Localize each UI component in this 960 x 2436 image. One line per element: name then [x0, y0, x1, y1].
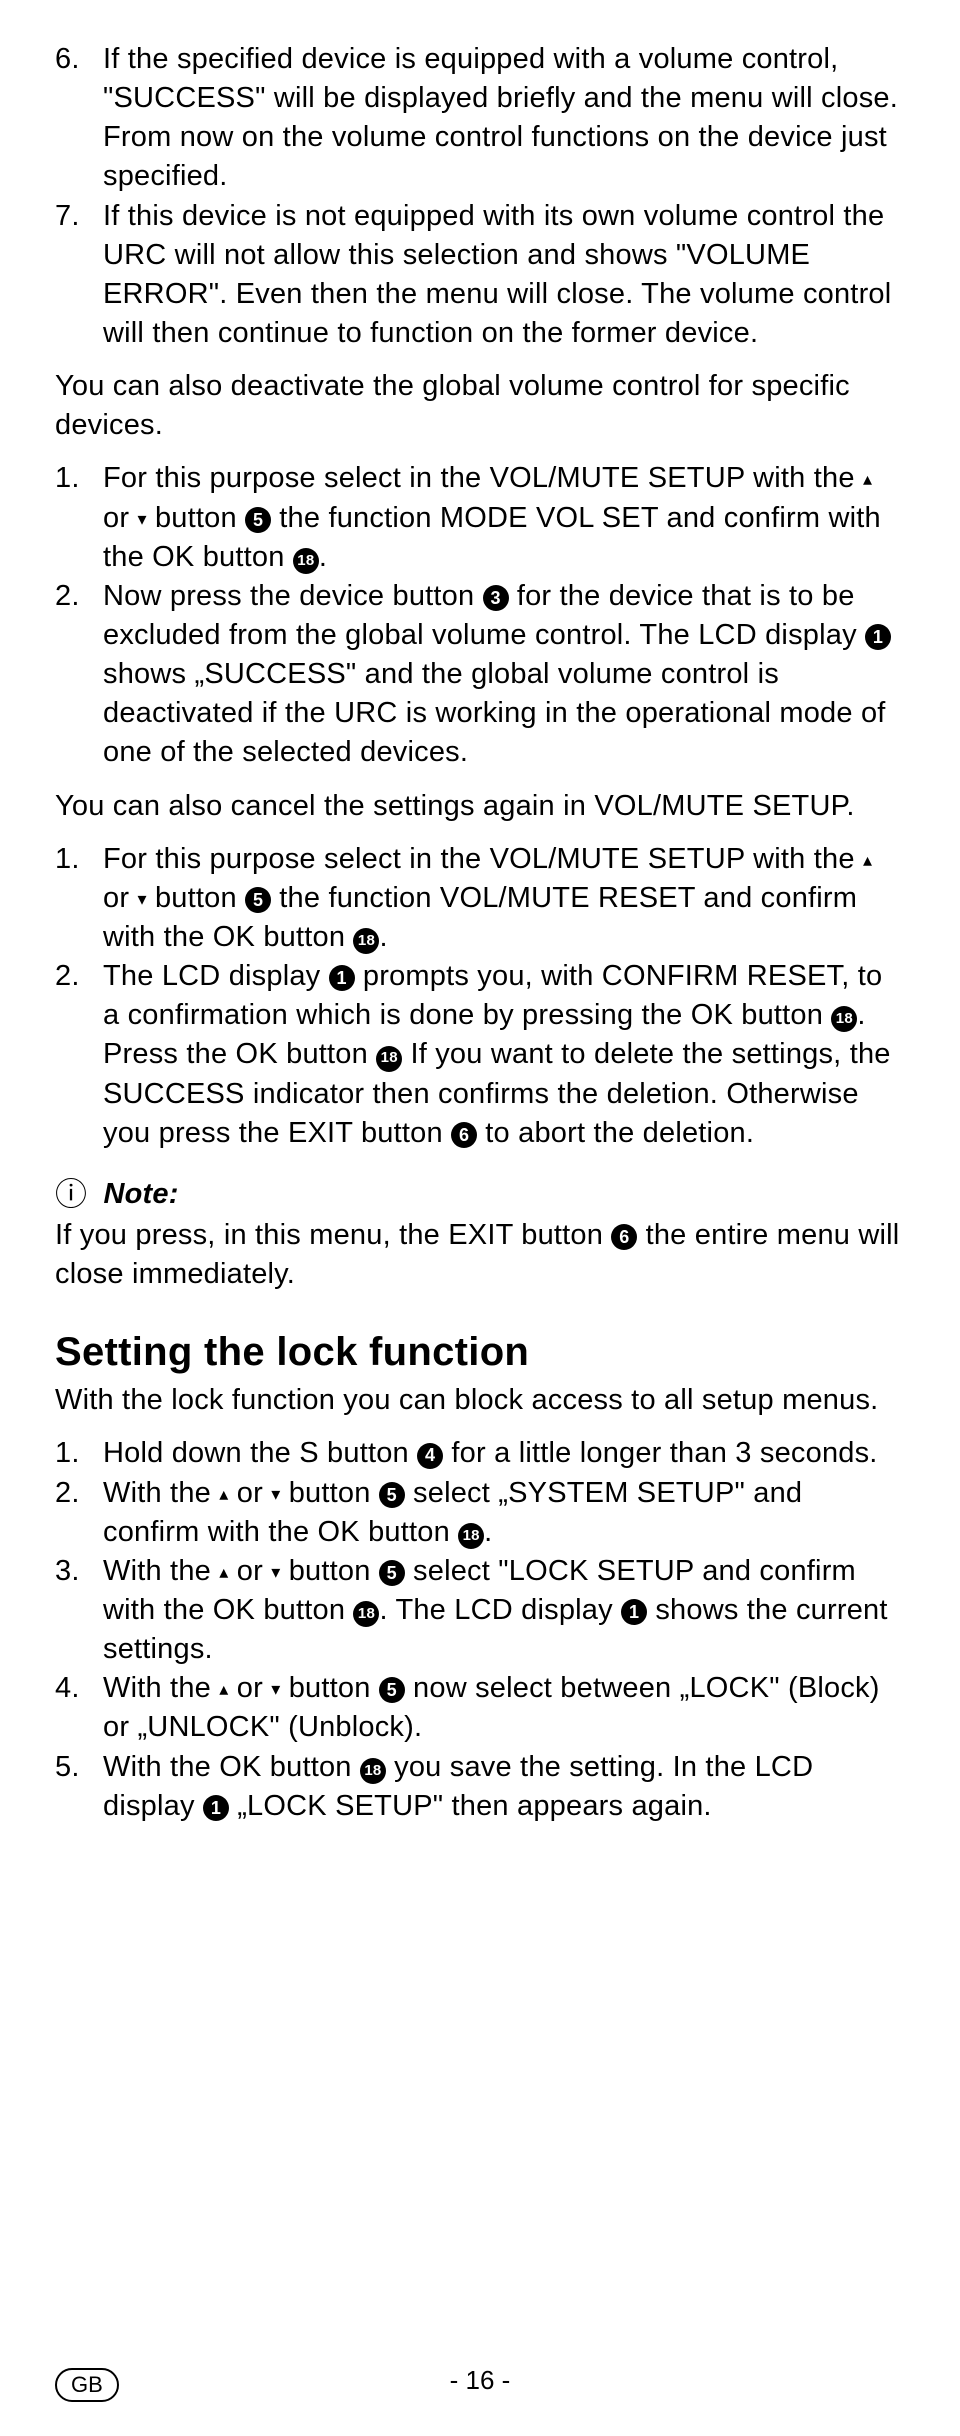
info-icon: ⓘ [55, 1176, 87, 1212]
paragraph: You can also deactivate the global volum… [55, 367, 900, 445]
button-ref-18-icon: 18 [831, 1006, 857, 1032]
button-ref-5-icon: 5 [379, 1560, 405, 1586]
list-item: 2.The LCD display 1 prompts you, with CO… [103, 957, 900, 1153]
ordered-list-cancel: 1.For this purpose select in the VOL/MUT… [55, 840, 900, 1153]
list-item: 2.With the ▴ or ▾ button 5 select „SYSTE… [103, 1474, 900, 1552]
list-item: 5.With the OK button 18 you save the set… [103, 1748, 900, 1826]
paragraph: You can also cancel the settings again i… [55, 787, 900, 826]
page-number: - 16 - [0, 2365, 960, 2396]
down-arrow-icon: ▾ [137, 889, 146, 909]
ordered-list-lock: 1.Hold down the S button 4 for a little … [55, 1434, 900, 1825]
button-ref-18-icon: 18 [360, 1758, 386, 1784]
button-ref-1-icon: 1 [865, 624, 891, 650]
list-item: 3.With the ▴ or ▾ button 5 select "LOCK … [103, 1552, 900, 1669]
list-item: 2.Now press the device button 3 for the … [103, 577, 900, 773]
button-ref-18-icon: 18 [353, 1601, 379, 1627]
button-ref-1-icon: 1 [203, 1795, 229, 1821]
button-ref-6-icon: 6 [611, 1224, 637, 1250]
button-ref-5-icon: 5 [379, 1482, 405, 1508]
button-ref-18-icon: 18 [376, 1046, 402, 1072]
down-arrow-icon: ▾ [137, 509, 146, 529]
up-arrow-icon: ▴ [863, 850, 872, 870]
up-arrow-icon: ▴ [863, 469, 872, 489]
button-ref-1-icon: 1 [621, 1599, 647, 1625]
note-body: If you press, in this menu, the EXIT but… [55, 1216, 900, 1294]
section-heading-lock: Setting the lock function [55, 1330, 900, 1375]
button-ref-4-icon: 4 [417, 1443, 443, 1469]
button-ref-5-icon: 5 [379, 1677, 405, 1703]
manual-page: 6.If the specified device is equipped wi… [0, 0, 960, 2436]
paragraph: With the lock function you can block acc… [55, 1381, 900, 1420]
button-ref-18-icon: 18 [293, 548, 319, 574]
ordered-list-continued: 6.If the specified device is equipped wi… [55, 40, 900, 353]
button-ref-18-icon: 18 [458, 1523, 484, 1549]
list-item-6: 6.If the specified device is equipped wi… [103, 40, 900, 197]
ordered-list-deactivate: 1.For this purpose select in the VOL/MUT… [55, 459, 900, 772]
button-ref-18-icon: 18 [353, 928, 379, 954]
list-item: 4.With the ▴ or ▾ button 5 now select be… [103, 1669, 900, 1747]
button-ref-1-icon: 1 [329, 965, 355, 991]
list-item: 1.For this purpose select in the VOL/MUT… [103, 459, 900, 576]
note-label: Note: [103, 1178, 178, 1210]
button-ref-6-icon: 6 [451, 1122, 477, 1148]
button-ref-5-icon: 5 [245, 887, 271, 913]
list-item: 1.Hold down the S button 4 for a little … [103, 1434, 900, 1473]
list-item-7: 7.If this device is not equipped with it… [103, 197, 900, 354]
button-ref-3-icon: 3 [483, 585, 509, 611]
note-heading: ⓘ Note: [55, 1173, 900, 1216]
list-item: 1.For this purpose select in the VOL/MUT… [103, 840, 900, 957]
button-ref-5-icon: 5 [245, 507, 271, 533]
